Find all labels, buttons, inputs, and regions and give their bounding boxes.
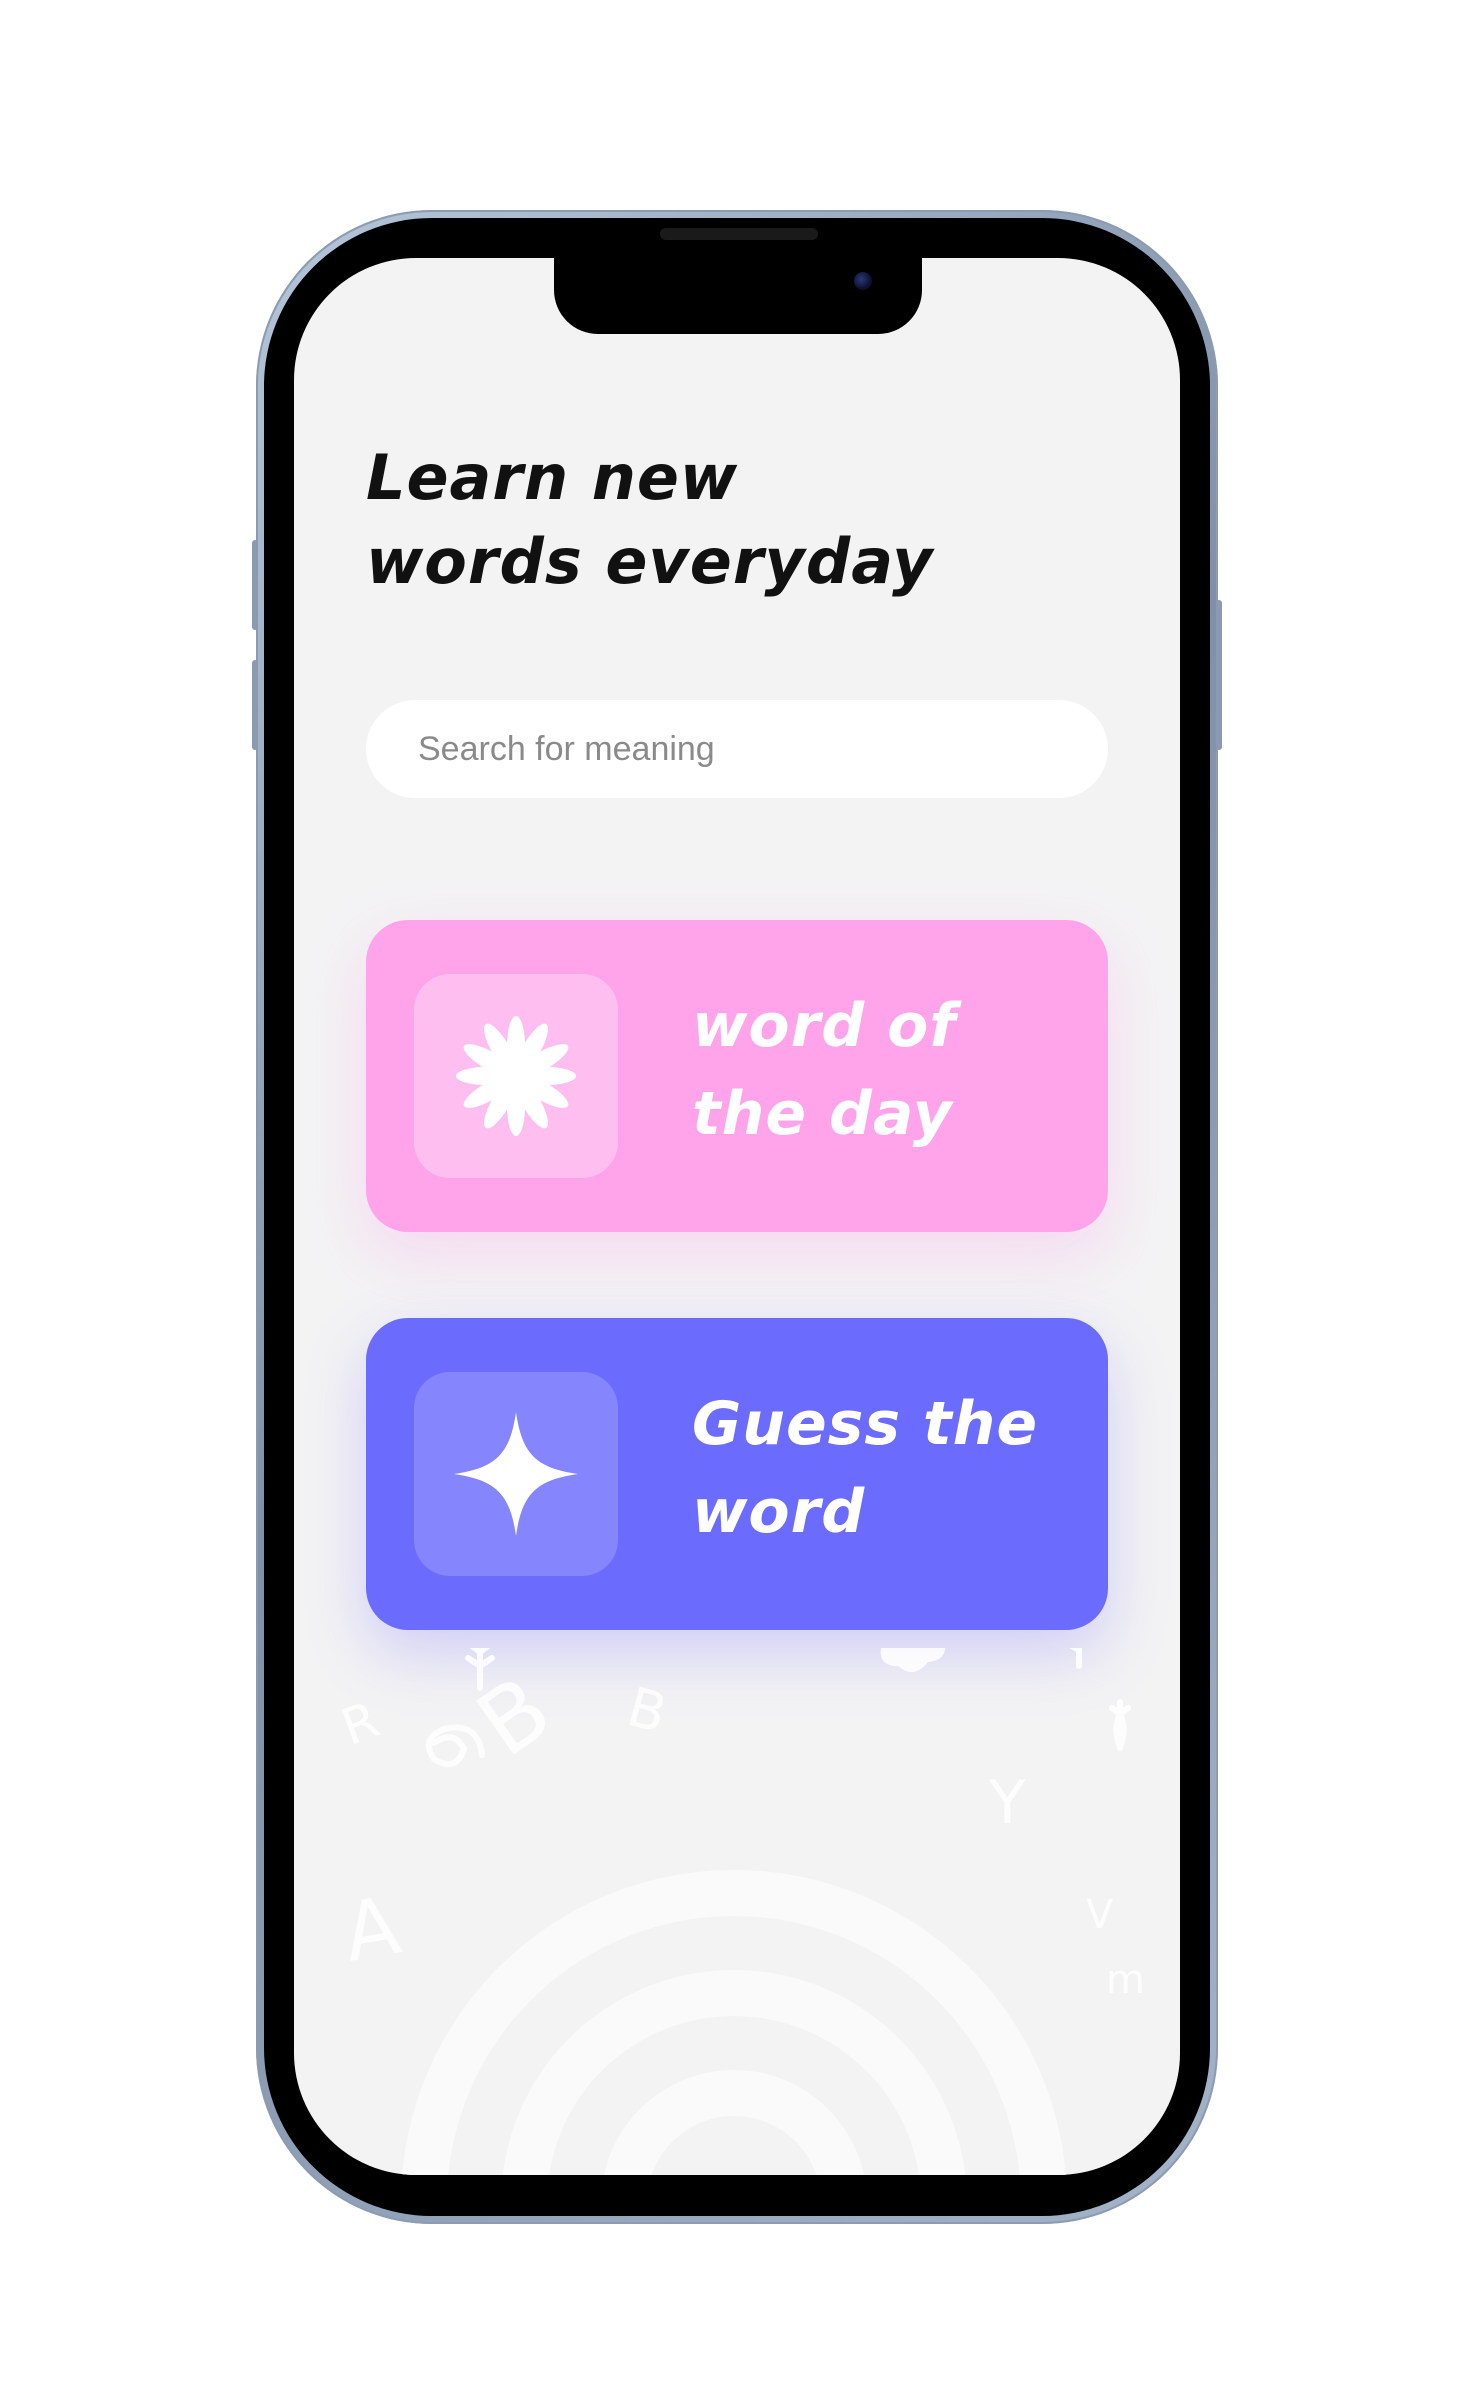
search-input[interactable] — [416, 728, 1108, 770]
guess-the-word-card[interactable]: Guess the word — [366, 1318, 1108, 1630]
spiral-doodle — [425, 1724, 485, 1768]
doodle-letter: A — [337, 1879, 407, 1980]
blob-doodle — [880, 1648, 946, 1672]
word-of-the-day-card[interactable]: word of the day — [366, 920, 1108, 1232]
doodle-letter: R — [334, 1690, 386, 1756]
doodle-letter: B — [459, 1656, 570, 1777]
background-doodles: R B m B Y A V m — [334, 1648, 1145, 2175]
flower-icon — [456, 1016, 576, 1136]
card-icon-box — [414, 1372, 618, 1576]
card-icon-box — [414, 974, 618, 1178]
side-button — [1216, 600, 1222, 750]
guess-the-word-label: Guess the word — [692, 1389, 1039, 1547]
volume-up-button — [252, 540, 258, 630]
volume-down-button — [252, 660, 258, 750]
sparkle-icon — [454, 1412, 578, 1536]
app-screen: Learn new words everyday Search for mean… — [294, 258, 1180, 2175]
doodle-letter: V — [1086, 1892, 1114, 1938]
doodle-letter: B — [621, 1675, 673, 1745]
doodle-letter: m — [1106, 1957, 1145, 2003]
page: Learn new words everyday Search for mean… — [0, 0, 1467, 2400]
notch — [554, 258, 922, 334]
word-of-the-day-label: word of the day — [692, 991, 957, 1149]
speaker-grille — [660, 228, 818, 240]
page-title: Learn new words everyday — [366, 441, 934, 598]
front-camera — [854, 272, 872, 290]
leaf-doodle — [1069, 1648, 1082, 1669]
search-bar[interactable] — [366, 700, 1108, 798]
doodle-ring — [603, 2070, 865, 2175]
doodle-letter: Y — [988, 1768, 1026, 1838]
grass-doodle — [1109, 1699, 1131, 1751]
